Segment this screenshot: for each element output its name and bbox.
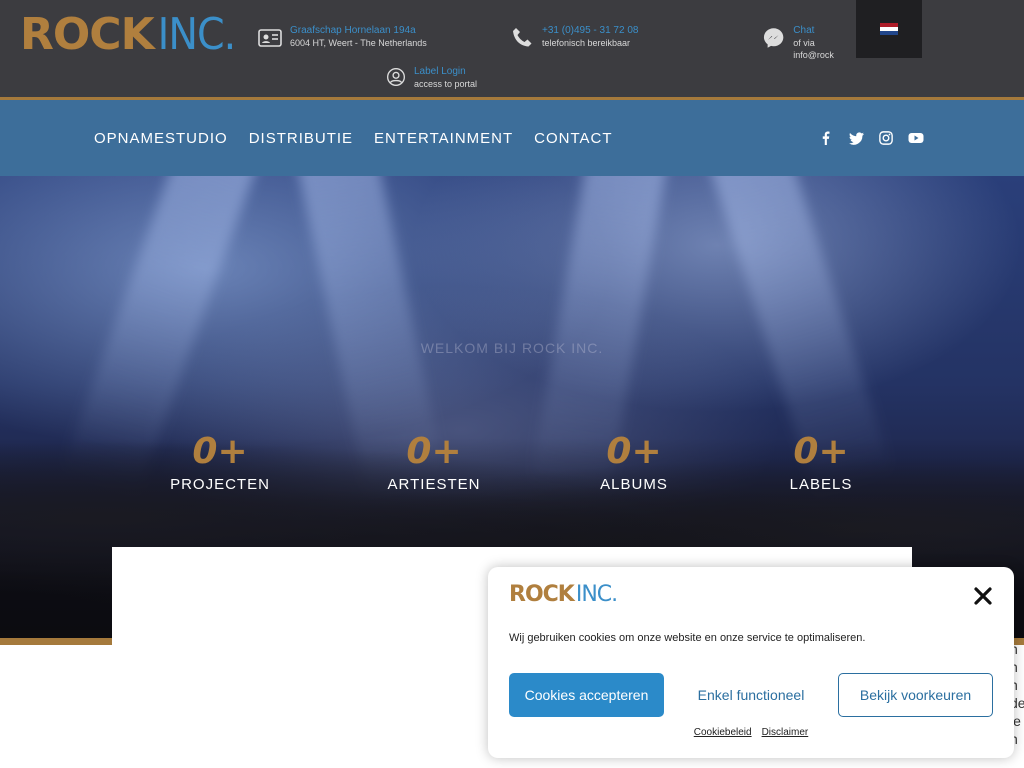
instagram-icon[interactable] xyxy=(878,130,894,146)
nav-entertainment[interactable]: ENTERTAINMENT xyxy=(374,130,513,147)
phone-icon xyxy=(513,28,532,47)
stat-projecten: 0+ PROJECTEN xyxy=(140,431,300,494)
cookie-links: Cookiebeleid Disclaimer xyxy=(488,727,1014,738)
stat-label: PROJECTEN xyxy=(170,476,270,493)
site-logo[interactable]: ROCK INC. xyxy=(20,8,236,60)
language-switcher[interactable] xyxy=(856,0,922,58)
address-line2: 6004 HT, Weert - The Netherlands xyxy=(290,38,427,48)
chat-info[interactable]: Chat of via info@rock xyxy=(762,24,856,61)
cookie-policy-link[interactable]: Cookiebeleid xyxy=(694,727,752,738)
stat-label: ALBUMS xyxy=(600,476,668,493)
login-note: access to portal xyxy=(414,79,478,89)
nav-distributie[interactable]: DISTRIBUTIE xyxy=(249,130,353,147)
address-line1: Graafschap Hornelaan 194a xyxy=(290,25,416,36)
nav-opnamestudio[interactable]: OPNAMESTUDIO xyxy=(94,130,228,147)
top-bar: ROCK INC. Graafschap Hornelaan 194a 6004… xyxy=(0,0,1024,98)
address-info[interactable]: Graafschap Hornelaan 194a 6004 HT, Weert… xyxy=(258,24,427,50)
logo-inc-text: INC. xyxy=(575,582,618,607)
facebook-icon[interactable] xyxy=(818,130,834,146)
nav-contact[interactable]: CONTACT xyxy=(534,130,612,147)
chat-label: Chat xyxy=(793,25,815,36)
view-preferences-button[interactable]: Bekijk voorkeuren xyxy=(838,673,993,717)
stat-value: 0+ xyxy=(192,431,248,472)
cookie-message: Wij gebruiken cookies om onze website en… xyxy=(509,632,866,644)
chat-email: of via info@rock xyxy=(793,38,834,60)
label-login[interactable]: Label Login access to portal xyxy=(386,65,477,90)
stat-labels: 0+ LABELS xyxy=(741,431,901,494)
stat-artiesten: 0+ ARTIESTEN xyxy=(354,431,514,494)
stat-label: LABELS xyxy=(789,476,853,493)
user-circle-icon xyxy=(387,68,405,86)
logo-inc-text: INC. xyxy=(157,8,236,60)
twitter-icon[interactable] xyxy=(848,130,864,146)
phone-info[interactable]: +31 (0)495 - 31 72 08 telefonisch bereik… xyxy=(510,24,638,50)
functional-only-button[interactable]: Enkel functioneel xyxy=(678,673,824,717)
disclaimer-link[interactable]: Disclaimer xyxy=(762,727,809,738)
social-links xyxy=(804,100,924,176)
dutch-flag-icon xyxy=(880,23,898,35)
hero-welcome-text: WELKOM BIJ ROCK INC. xyxy=(420,340,604,356)
contact-card-icon xyxy=(258,29,282,47)
stat-value: 0+ xyxy=(606,431,662,472)
stat-label: ARTIESTEN xyxy=(387,476,481,493)
phone-number: +31 (0)495 - 31 72 08 xyxy=(542,25,639,36)
main-nav: OPNAMESTUDIO DISTRIBUTIE ENTERTAINMENT C… xyxy=(0,100,1024,176)
logo-rock-text: ROCK xyxy=(509,582,575,607)
cookie-logo: ROCK INC. xyxy=(509,582,618,607)
accept-cookies-button[interactable]: Cookies accepteren xyxy=(509,673,664,717)
phone-note: telefonisch bereikbaar xyxy=(542,38,631,48)
login-label: Label Login xyxy=(414,66,466,77)
stat-value: 0+ xyxy=(793,431,849,472)
cookie-banner: ROCK INC. Wij gebruiken cookies om onze … xyxy=(488,567,1014,758)
logo-rock-text: ROCK xyxy=(20,8,155,60)
close-icon[interactable] xyxy=(972,585,994,607)
messenger-icon xyxy=(763,28,784,48)
stat-value: 0+ xyxy=(406,431,462,472)
youtube-icon[interactable] xyxy=(908,130,924,146)
stat-albums: 0+ ALBUMS xyxy=(554,431,714,494)
